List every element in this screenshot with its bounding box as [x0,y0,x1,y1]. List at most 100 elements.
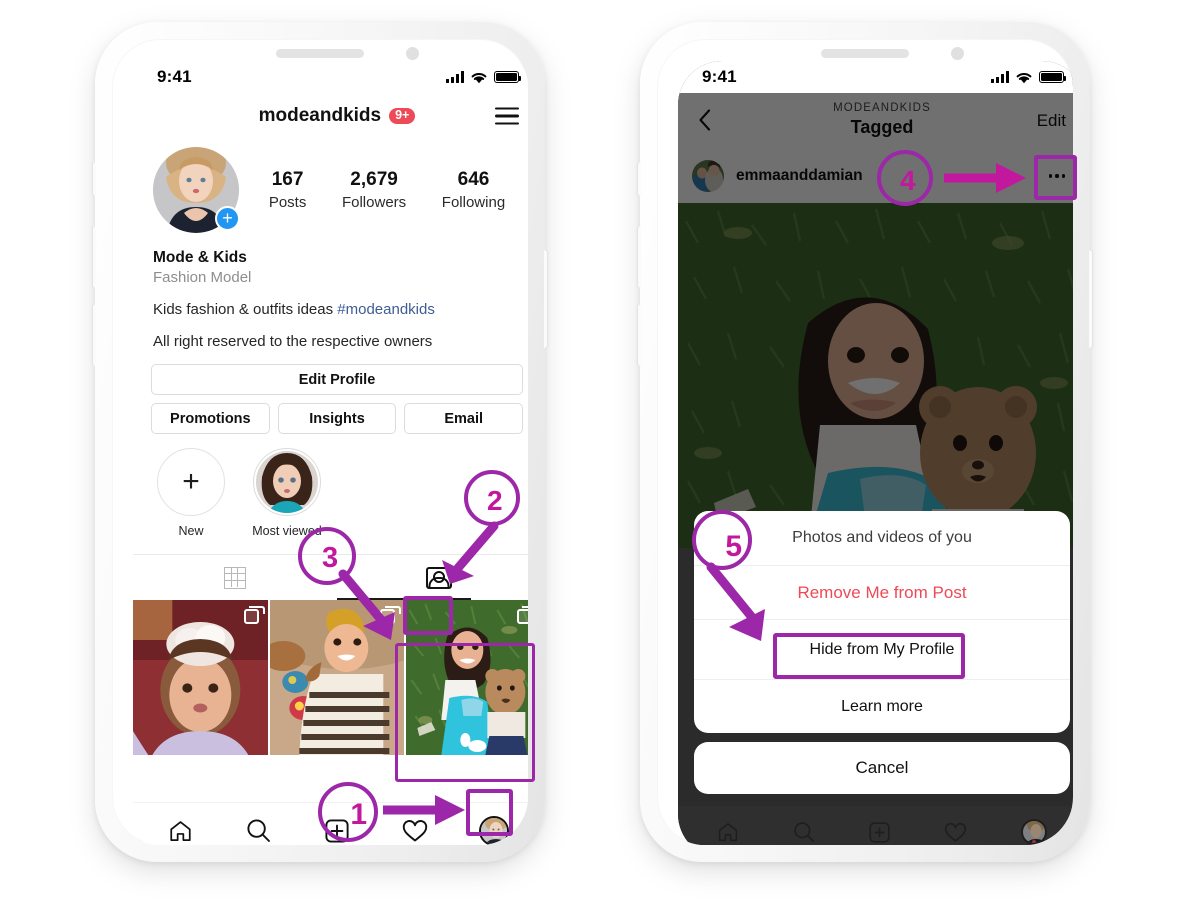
edit-profile-button[interactable]: Edit Profile [151,364,523,395]
search-icon [247,819,271,842]
plus-icon: + [157,448,225,516]
annotation-arrow-1 [383,795,465,825]
profile-header: modeandkids 9+ [133,95,528,137]
annotation-number: 3 [322,542,339,574]
edit-profile-row: Edit Profile [133,350,528,395]
multi-photo-icon [243,605,265,624]
right-phone-frame: 9:41 MODEANDKIDS Tagged Edit emmaanddami… [638,22,1092,862]
stat-label: Followers [341,193,407,211]
bio-line-2: All right reserved to the respective own… [153,333,433,350]
cancel-button[interactable]: Cancel [694,742,1070,794]
stat-value: 646 [457,169,490,191]
highlight-box-tagged-tab [403,596,453,635]
bio-text: Kids fashion & outfits ideas [153,301,338,318]
stat-following[interactable]: 646 Following [442,169,505,211]
power-button[interactable] [544,250,547,348]
header-title: Tagged [850,117,914,137]
profile-action-buttons: Promotions Insights Email [133,395,528,434]
hamburger-menu-icon[interactable] [495,107,519,125]
highlight-box-post-more [1034,155,1077,200]
plus-square-icon[interactable] [869,821,890,843]
front-camera [951,47,964,60]
annotation-arrow-4 [944,163,1026,193]
profile-stats-row: + 167 Posts 2,679 Followers 646 Followin… [133,137,528,233]
display-name: Mode & Kids [153,249,247,266]
highlight-box-hide-option [773,633,965,679]
nav-home[interactable] [157,811,203,846]
annotation-number: 2 [487,485,503,516]
post-photo[interactable] [678,203,1073,548]
tagged-header: MODEANDKIDS Tagged Edit [678,93,1073,149]
promotions-button[interactable]: Promotions [151,403,270,434]
silent-switch[interactable] [93,162,96,196]
annotation-number: 4 [900,165,916,196]
annotation-marker-4: 4 [877,150,933,206]
volume-down-button[interactable] [93,304,96,366]
silent-switch[interactable] [638,162,641,196]
stats-group: 167 Posts 2,679 Followers 646 Following [251,169,523,211]
right-phone-bezel: 9:41 MODEANDKIDS Tagged Edit emmaanddami… [657,39,1073,845]
profile-category: Fashion Model [153,269,252,286]
status-indicators [991,71,1067,84]
annotation-arrow-3 [338,569,395,640]
annotation-number: 1 [350,798,367,831]
avatar[interactable]: + [153,147,240,233]
email-button[interactable]: Email [404,403,524,434]
post-username[interactable]: emmaanddamian [736,167,863,185]
status-bar: 9:41 [678,61,1073,93]
home-icon [170,820,191,841]
speaker-grille [821,49,909,58]
stat-followers[interactable]: 2,679 Followers [342,169,406,211]
add-story-button[interactable]: + [215,206,240,231]
volume-down-button[interactable] [638,304,641,366]
wifi-icon [1016,72,1032,83]
profile-username-group[interactable]: modeandkids 9+ [259,105,416,127]
stat-value: 2,679 [350,169,398,191]
home-icon[interactable] [717,822,739,842]
profile-bio: Mode & Kids Fashion Model Kids fashion &… [133,233,528,350]
nav-search[interactable] [236,811,282,846]
signal-bars-icon [446,71,464,83]
bio-hashtag-link[interactable]: #modeandkids [337,301,435,318]
screenshot-stage: 9:41 modeandkids 9+ + 167 Posts 2,679 Fo… [0,0,1200,913]
page-title: modeandkids [258,105,382,126]
highlight-box-tagged-post [395,643,535,782]
learn-more-option[interactable]: Learn more [694,679,1070,733]
annotation-arrow-5 [706,562,765,641]
battery-full-icon [1039,71,1067,83]
annotation-marker-3: 3 [298,527,356,585]
post-author-avatar[interactable] [692,160,724,192]
highlight-most-viewed[interactable]: Most viewed [251,448,323,538]
volume-up-button[interactable] [638,226,641,288]
volume-up-button[interactable] [93,226,96,288]
annotation-marker-2: 2 [464,470,520,526]
status-badge: 9+ [389,107,416,125]
highlight-label: New [178,524,204,538]
search-icon[interactable] [793,821,815,843]
bottom-navigation-dimmed [678,806,1073,845]
speaker-grille [276,49,364,58]
status-bar: 9:41 [133,61,528,93]
annotation-marker-1: 1 [318,782,378,842]
stat-label: Following [441,193,506,211]
heart-icon[interactable] [944,822,967,843]
status-time: 9:41 [702,67,737,86]
status-indicators [446,71,522,84]
signal-bars-icon [991,71,1009,83]
highlight-box-nav-profile [466,789,513,836]
profile-avatar-icon[interactable] [1021,819,1047,845]
header-overline: MODEANDKIDS [833,102,931,114]
annotation-arrow-2 [442,521,499,584]
grid-icon [224,566,246,589]
power-button[interactable] [1089,250,1092,348]
highlight-thumbnail [253,448,321,516]
stat-label: Posts [268,193,307,211]
bio-line-1: Kids fashion & outfits ideas #modeandkid… [153,301,521,318]
stat-posts[interactable]: 167 Posts [269,169,307,211]
status-time: 9:41 [157,67,192,86]
insights-button[interactable]: Insights [277,403,397,434]
stat-value: 167 [271,169,304,191]
grid-post-1[interactable] [133,600,268,755]
highlight-new[interactable]: + New [155,448,227,538]
edit-button[interactable]: Edit [1037,111,1066,131]
